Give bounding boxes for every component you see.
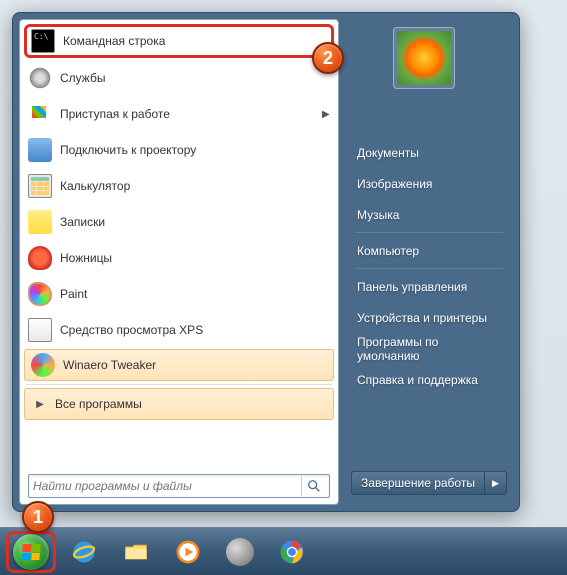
taskbar-media-player-button[interactable] — [164, 533, 212, 571]
program-label: Службы — [60, 71, 330, 85]
separator — [355, 232, 503, 233]
devices-printers-link[interactable]: Устройства и принтеры — [349, 302, 509, 333]
windows-flag-icon — [28, 102, 52, 126]
search-box[interactable] — [28, 474, 330, 498]
document-icon — [28, 318, 52, 342]
program-item-xps-viewer[interactable]: Средство просмотра XPS — [22, 312, 336, 348]
folder-icon — [122, 538, 150, 566]
arrow-right-icon: ▶ — [492, 478, 499, 489]
user-picture-flower-icon — [397, 31, 451, 85]
taskbar-chrome-button[interactable] — [268, 533, 316, 571]
palette-icon — [28, 282, 52, 306]
tweaker-icon — [31, 353, 55, 377]
taskbar-ie-button[interactable] — [60, 533, 108, 571]
music-link[interactable]: Музыка — [349, 199, 509, 230]
username-item[interactable] — [349, 107, 509, 137]
program-item-getting-started[interactable]: Приступая к работе ▶ — [22, 96, 336, 132]
start-menu-left-panel: Командная строка Службы Приступая к рабо… — [19, 19, 339, 505]
program-label: Winaero Tweaker — [63, 358, 327, 372]
user-picture-frame[interactable] — [393, 27, 455, 89]
computer-link[interactable]: Компьютер — [349, 235, 509, 266]
program-label: Ножницы — [60, 251, 330, 265]
program-label: Калькулятор — [60, 179, 330, 193]
shutdown-button[interactable]: Завершение работы — [351, 471, 485, 495]
start-menu-right-panel: Документы Изображения Музыка Компьютер П… — [339, 19, 513, 505]
projector-icon — [28, 138, 52, 162]
program-item-calculator[interactable]: Калькулятор — [22, 168, 336, 204]
program-item-projector[interactable]: Подключить к проектору — [22, 132, 336, 168]
sticky-note-icon — [28, 210, 53, 235]
shutdown-row: Завершение работы ▶ — [349, 467, 509, 497]
taskbar — [0, 527, 567, 575]
shutdown-options-button[interactable]: ▶ — [485, 471, 507, 495]
internet-explorer-icon — [70, 538, 98, 566]
program-label: Приступая к работе — [60, 107, 322, 121]
search-button[interactable] — [301, 476, 325, 496]
program-item-services[interactable]: Службы — [22, 60, 336, 96]
program-item-paint[interactable]: Paint — [22, 276, 336, 312]
media-player-icon — [174, 538, 202, 566]
sphere-icon — [226, 538, 254, 566]
start-button[interactable] — [6, 531, 56, 573]
separator — [355, 268, 503, 269]
arrow-right-icon: ▶ — [31, 399, 49, 410]
program-label: Средство просмотра XPS — [60, 323, 330, 337]
submenu-arrow-icon: ▶ — [322, 109, 330, 120]
search-input[interactable] — [33, 479, 301, 493]
program-label: Командная строка — [63, 34, 327, 48]
magnifier-icon — [307, 479, 321, 493]
all-programs-button[interactable]: ▶ Все программы — [24, 388, 334, 420]
start-orb-icon — [13, 534, 49, 570]
default-programs-link[interactable]: Программы по умолчанию — [349, 333, 509, 364]
search-row — [22, 468, 336, 502]
all-programs-label: Все программы — [55, 397, 327, 411]
start-menu: Командная строка Службы Приступая к рабо… — [12, 12, 520, 512]
scissors-icon — [28, 246, 52, 270]
annotation-step-1: 1 — [22, 501, 54, 533]
help-support-link[interactable]: Справка и поддержка — [349, 364, 509, 395]
chrome-icon — [278, 538, 306, 566]
annotation-step-2: 2 — [312, 42, 344, 74]
pictures-link[interactable]: Изображения — [349, 168, 509, 199]
program-item-winaero-tweaker[interactable]: Winaero Tweaker — [24, 349, 334, 381]
program-label: Paint — [60, 287, 330, 301]
cmd-icon — [31, 29, 55, 53]
program-label: Записки — [60, 215, 330, 229]
documents-link[interactable]: Документы — [349, 137, 509, 168]
windows-logo-icon — [21, 544, 40, 560]
taskbar-explorer-button[interactable] — [112, 533, 160, 571]
program-item-sticky-notes[interactable]: Записки — [22, 204, 336, 240]
gear-icon — [28, 66, 52, 90]
control-panel-link[interactable]: Панель управления — [349, 271, 509, 302]
program-label: Подключить к проектору — [60, 143, 330, 157]
taskbar-unknown-button[interactable] — [216, 533, 264, 571]
separator — [26, 384, 332, 385]
program-item-snipping-tool[interactable]: Ножницы — [22, 240, 336, 276]
program-item-cmd[interactable]: Командная строка — [24, 24, 334, 58]
right-menu-list: Документы Изображения Музыка Компьютер П… — [349, 107, 509, 395]
calculator-icon — [28, 174, 52, 198]
